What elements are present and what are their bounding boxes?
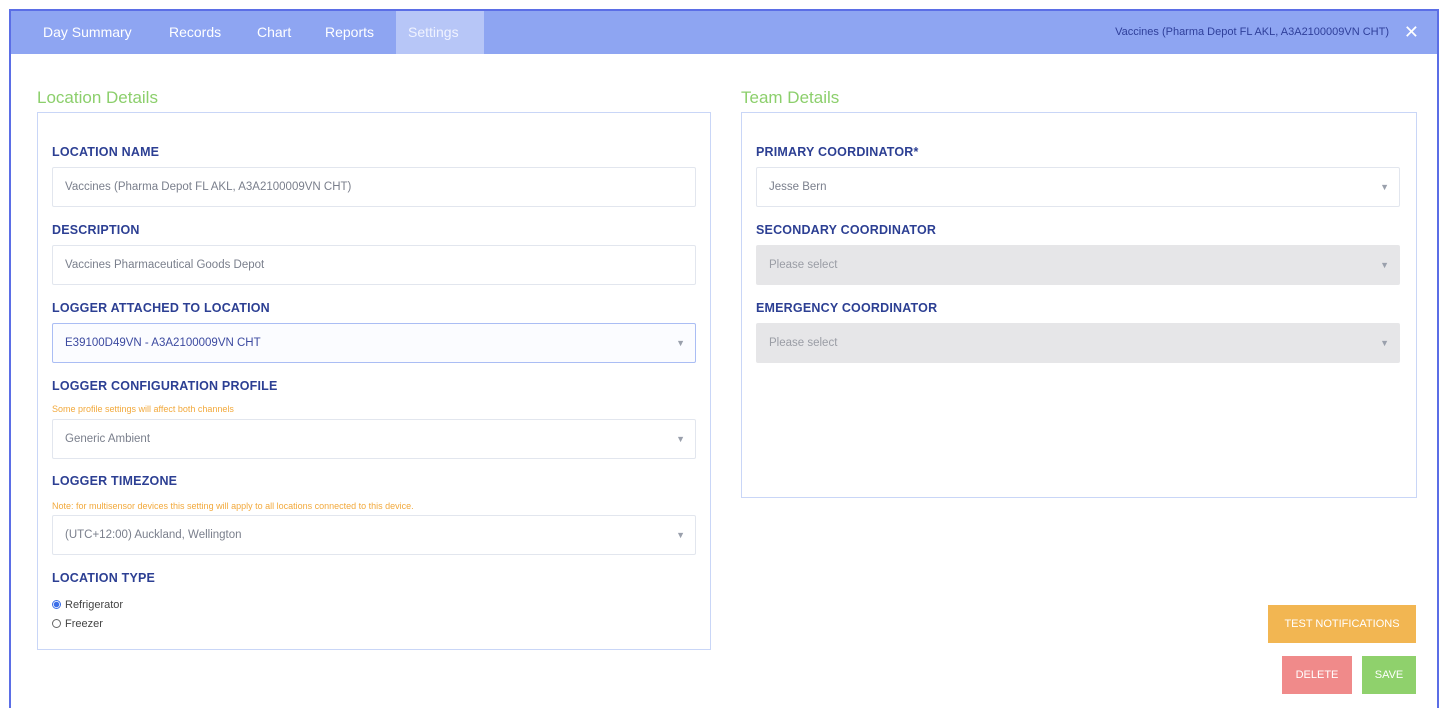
logger-select[interactable]: E39100D49VN - A3A2100009VN CHT ▼: [52, 323, 696, 363]
test-notifications-button[interactable]: TEST NOTIFICATIONS: [1268, 605, 1416, 643]
timezone-note: Note: for multisensor devices this setti…: [52, 501, 414, 511]
emergency-coordinator-label: EMERGENCY COORDINATOR: [756, 301, 938, 315]
team-details-title: Team Details: [741, 88, 840, 107]
chevron-down-icon: ▼: [1380, 182, 1389, 192]
save-button[interactable]: SAVE: [1362, 656, 1416, 694]
radio-checked-icon: [52, 599, 61, 609]
secondary-coordinator-label: SECONDARY COORDINATOR: [756, 223, 937, 237]
primary-coordinator-label: PRIMARY COORDINATOR*: [756, 145, 919, 159]
profile-note: Some profile settings will affect both c…: [52, 404, 234, 414]
emergency-coordinator-select[interactable]: Please select ▼: [756, 323, 1400, 363]
primary-coordinator-value: Jesse Bern: [769, 181, 827, 193]
radio-refrigerator-label: Refrigerator: [65, 599, 124, 611]
location-details-title: Location Details: [37, 88, 158, 107]
chevron-down-icon: ▼: [676, 530, 685, 540]
delete-button[interactable]: DELETE: [1282, 656, 1352, 694]
timezone-label: LOGGER TIMEZONE: [52, 474, 178, 488]
emergency-coordinator-value: Please select: [769, 337, 838, 349]
tab-chart[interactable]: Chart: [245, 11, 303, 54]
window-title: Vaccines (Pharma Depot FL AKL, A3A210000…: [1115, 26, 1389, 38]
secondary-coordinator-value: Please select: [769, 259, 838, 271]
top-nav-bar: Day Summary Records Chart Reports Settin…: [11, 11, 1437, 54]
radio-freezer[interactable]: Freezer: [52, 616, 103, 632]
location-name-label: LOCATION NAME: [52, 145, 160, 159]
tab-records[interactable]: Records: [157, 11, 233, 54]
timezone-select[interactable]: (UTC+12:00) Auckland, Wellington ▼: [52, 515, 696, 555]
chevron-down-icon: ▼: [676, 338, 685, 348]
primary-coordinator-select[interactable]: Jesse Bern ▼: [756, 167, 1400, 207]
radio-unchecked-icon: [52, 618, 61, 628]
logger-select-value: E39100D49VN - A3A2100009VN CHT: [65, 337, 261, 349]
chevron-down-icon: ▼: [1380, 338, 1389, 348]
tab-settings[interactable]: Settings: [396, 11, 484, 54]
description-input[interactable]: Vaccines Pharmaceutical Goods Depot: [52, 245, 696, 285]
location-name-input[interactable]: Vaccines (Pharma Depot FL AKL, A3A210000…: [52, 167, 696, 207]
profile-select-value: Generic Ambient: [65, 433, 151, 445]
timezone-select-value: (UTC+12:00) Auckland, Wellington: [65, 529, 242, 541]
chevron-down-icon: ▼: [1380, 260, 1389, 270]
tab-reports[interactable]: Reports: [313, 11, 386, 54]
location-type-label: LOCATION TYPE: [52, 571, 156, 585]
secondary-coordinator-select[interactable]: Please select ▼: [756, 245, 1400, 285]
chevron-down-icon: ▼: [676, 434, 685, 444]
profile-select[interactable]: Generic Ambient ▼: [52, 419, 696, 459]
tab-day-summary[interactable]: Day Summary: [31, 11, 144, 54]
description-label: DESCRIPTION: [52, 223, 140, 237]
radio-freezer-label: Freezer: [65, 618, 103, 630]
close-icon[interactable]: ✕: [1404, 11, 1419, 54]
radio-refrigerator[interactable]: Refrigerator: [52, 597, 123, 613]
profile-label: LOGGER CONFIGURATION PROFILE: [52, 379, 278, 393]
logger-label: LOGGER ATTACHED TO LOCATION: [52, 301, 270, 315]
